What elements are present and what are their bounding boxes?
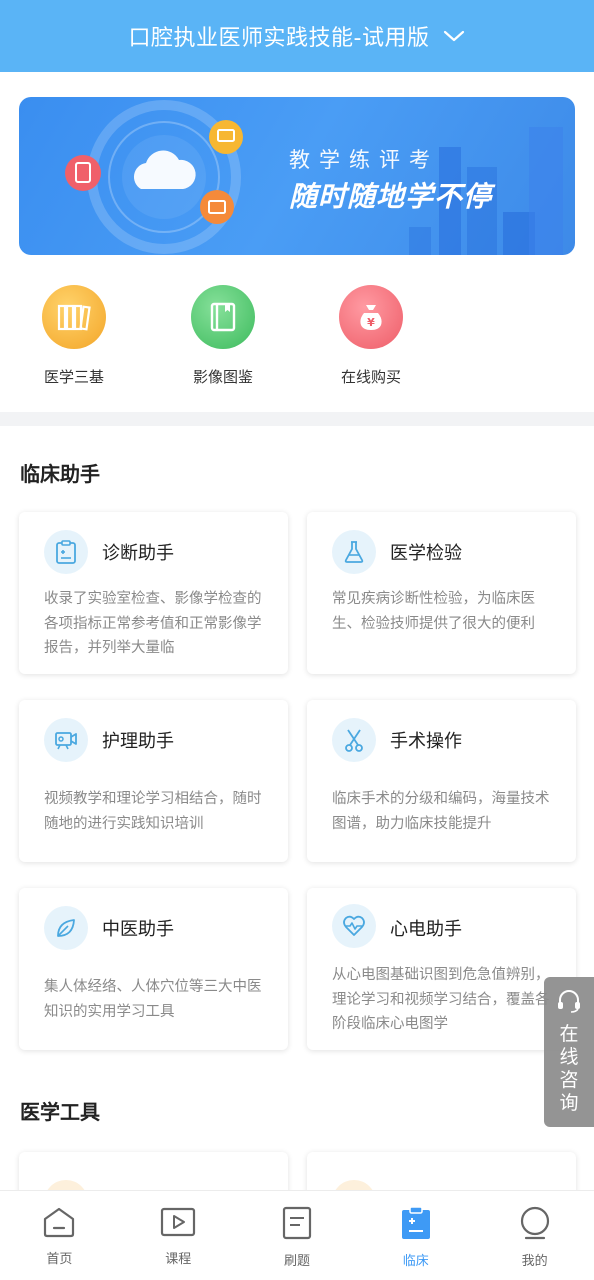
tab-clinical[interactable]: 临床 <box>356 1191 475 1280</box>
home-icon <box>42 1206 76 1242</box>
card-description: 视频教学和理论学习相结合，随时随地的进行实践知识培训 <box>44 791 262 832</box>
tab-label: 临床 <box>402 1254 429 1269</box>
card-diagnosis-assistant[interactable]: 诊断助手 收录了实验室检查、影像学检查的各项指标正常参考值和正常影像学报告，并列… <box>19 512 288 674</box>
app-header: 口腔执业医师实践技能-试用版 <box>0 0 594 72</box>
svg-text:¥: ¥ <box>367 316 375 329</box>
tab-practice[interactable]: 刷题 <box>238 1191 357 1280</box>
leaf-icon <box>44 906 88 950</box>
card-surgical-operations[interactable]: 手术操作 临床手术的分级和编码，海量技术图谱，助力临床技能提升 <box>307 700 576 862</box>
quick-entry-label: 医学三基 <box>43 368 104 386</box>
quick-entry-label: 影像图鉴 <box>192 368 253 386</box>
banner-subtitle: 教学练评考 <box>289 148 439 172</box>
books-icon <box>42 285 106 349</box>
clinical-clipboard-icon <box>400 1206 432 1244</box>
card-description: 临床手术的分级和编码，海量技术图谱，助力临床技能提升 <box>332 791 550 832</box>
quick-entry-label: 在线购买 <box>340 368 401 386</box>
album-icon <box>191 285 255 349</box>
tab-label: 我的 <box>521 1254 548 1269</box>
play-icon <box>160 1206 196 1242</box>
card-description: 集人体经络、人体穴位等三大中医知识的实用学习工具 <box>44 979 262 1020</box>
consult-label: 在线咨询 <box>559 1023 579 1114</box>
card-lab-tests[interactable]: 医学检验 常见疾病诊断性检验，为临床医生、检验技师提供了很大的便利 <box>307 512 576 674</box>
tools-section-title: 医学工具 <box>20 1100 100 1124</box>
heartbeat-icon <box>332 904 376 948</box>
tab-label: 首页 <box>46 1252 73 1267</box>
tab-label: 课程 <box>165 1252 192 1267</box>
promo-banner[interactable]: 教学练评考 随时随地学不停 <box>19 97 575 255</box>
banner-headline: 随时随地学不停 <box>289 180 493 213</box>
clinical-section-title: 临床助手 <box>20 462 100 486</box>
online-consult-button[interactable]: 在线咨询 <box>544 977 594 1127</box>
quick-entry-medical-basics[interactable]: 医学三基 <box>24 285 124 387</box>
tab-label: 刷题 <box>283 1254 310 1269</box>
scissors-icon <box>332 718 376 762</box>
quick-entry-imaging-atlas[interactable]: 影像图鉴 <box>173 285 273 387</box>
headset-icon <box>556 989 582 1017</box>
quick-entries: 医学三基 影像图鉴 ¥ 在线购买 <box>0 285 594 395</box>
card-ecg-assistant[interactable]: 心电助手 从心电图基础识图到危急值辨别，理论学习和视频学习结合，覆盖各阶段临床心… <box>307 888 576 1050</box>
tab-home[interactable]: 首页 <box>0 1191 119 1280</box>
tab-courses[interactable]: 课程 <box>119 1191 238 1280</box>
card-tcm-assistant[interactable]: 中医助手 集人体经络、人体穴位等三大中医知识的实用学习工具 <box>19 888 288 1050</box>
card-title: 护理助手 <box>102 731 174 752</box>
section-divider <box>0 412 594 426</box>
clipboard-icon <box>44 530 88 574</box>
card-title: 医学检验 <box>390 543 462 564</box>
quick-entry-buy-online[interactable]: ¥ 在线购买 <box>321 285 421 387</box>
card-title: 手术操作 <box>390 731 462 752</box>
profile-icon <box>518 1206 552 1244</box>
video-camera-icon <box>44 718 88 762</box>
bottom-tab-bar: 首页 课程 刷题 临床 我的 <box>0 1190 594 1280</box>
card-description: 从心电图基础识图到危急值辨别，理论学习和视频学习结合，覆盖各阶段临床心电图学 <box>332 967 550 1032</box>
money-bag-icon: ¥ <box>339 285 403 349</box>
card-title: 心电助手 <box>390 919 462 940</box>
card-title: 中医助手 <box>102 919 174 940</box>
chevron-down-icon[interactable] <box>443 25 465 47</box>
card-description: 常见疾病诊断性检验，为临床医生、检验技师提供了很大的便利 <box>332 591 535 632</box>
card-nursing-assistant[interactable]: 护理助手 视频教学和理论学习相结合，随时随地的进行实践知识培训 <box>19 700 288 862</box>
app-title[interactable]: 口腔执业医师实践技能-试用版 <box>129 20 430 52</box>
flask-icon <box>332 530 376 574</box>
card-description: 收录了实验室检查、影像学检查的各项指标正常参考值和正常影像学报告，并列举大量临 <box>44 591 262 656</box>
document-icon <box>281 1206 313 1244</box>
card-title: 诊断助手 <box>102 543 174 564</box>
tab-profile[interactable]: 我的 <box>475 1191 594 1280</box>
